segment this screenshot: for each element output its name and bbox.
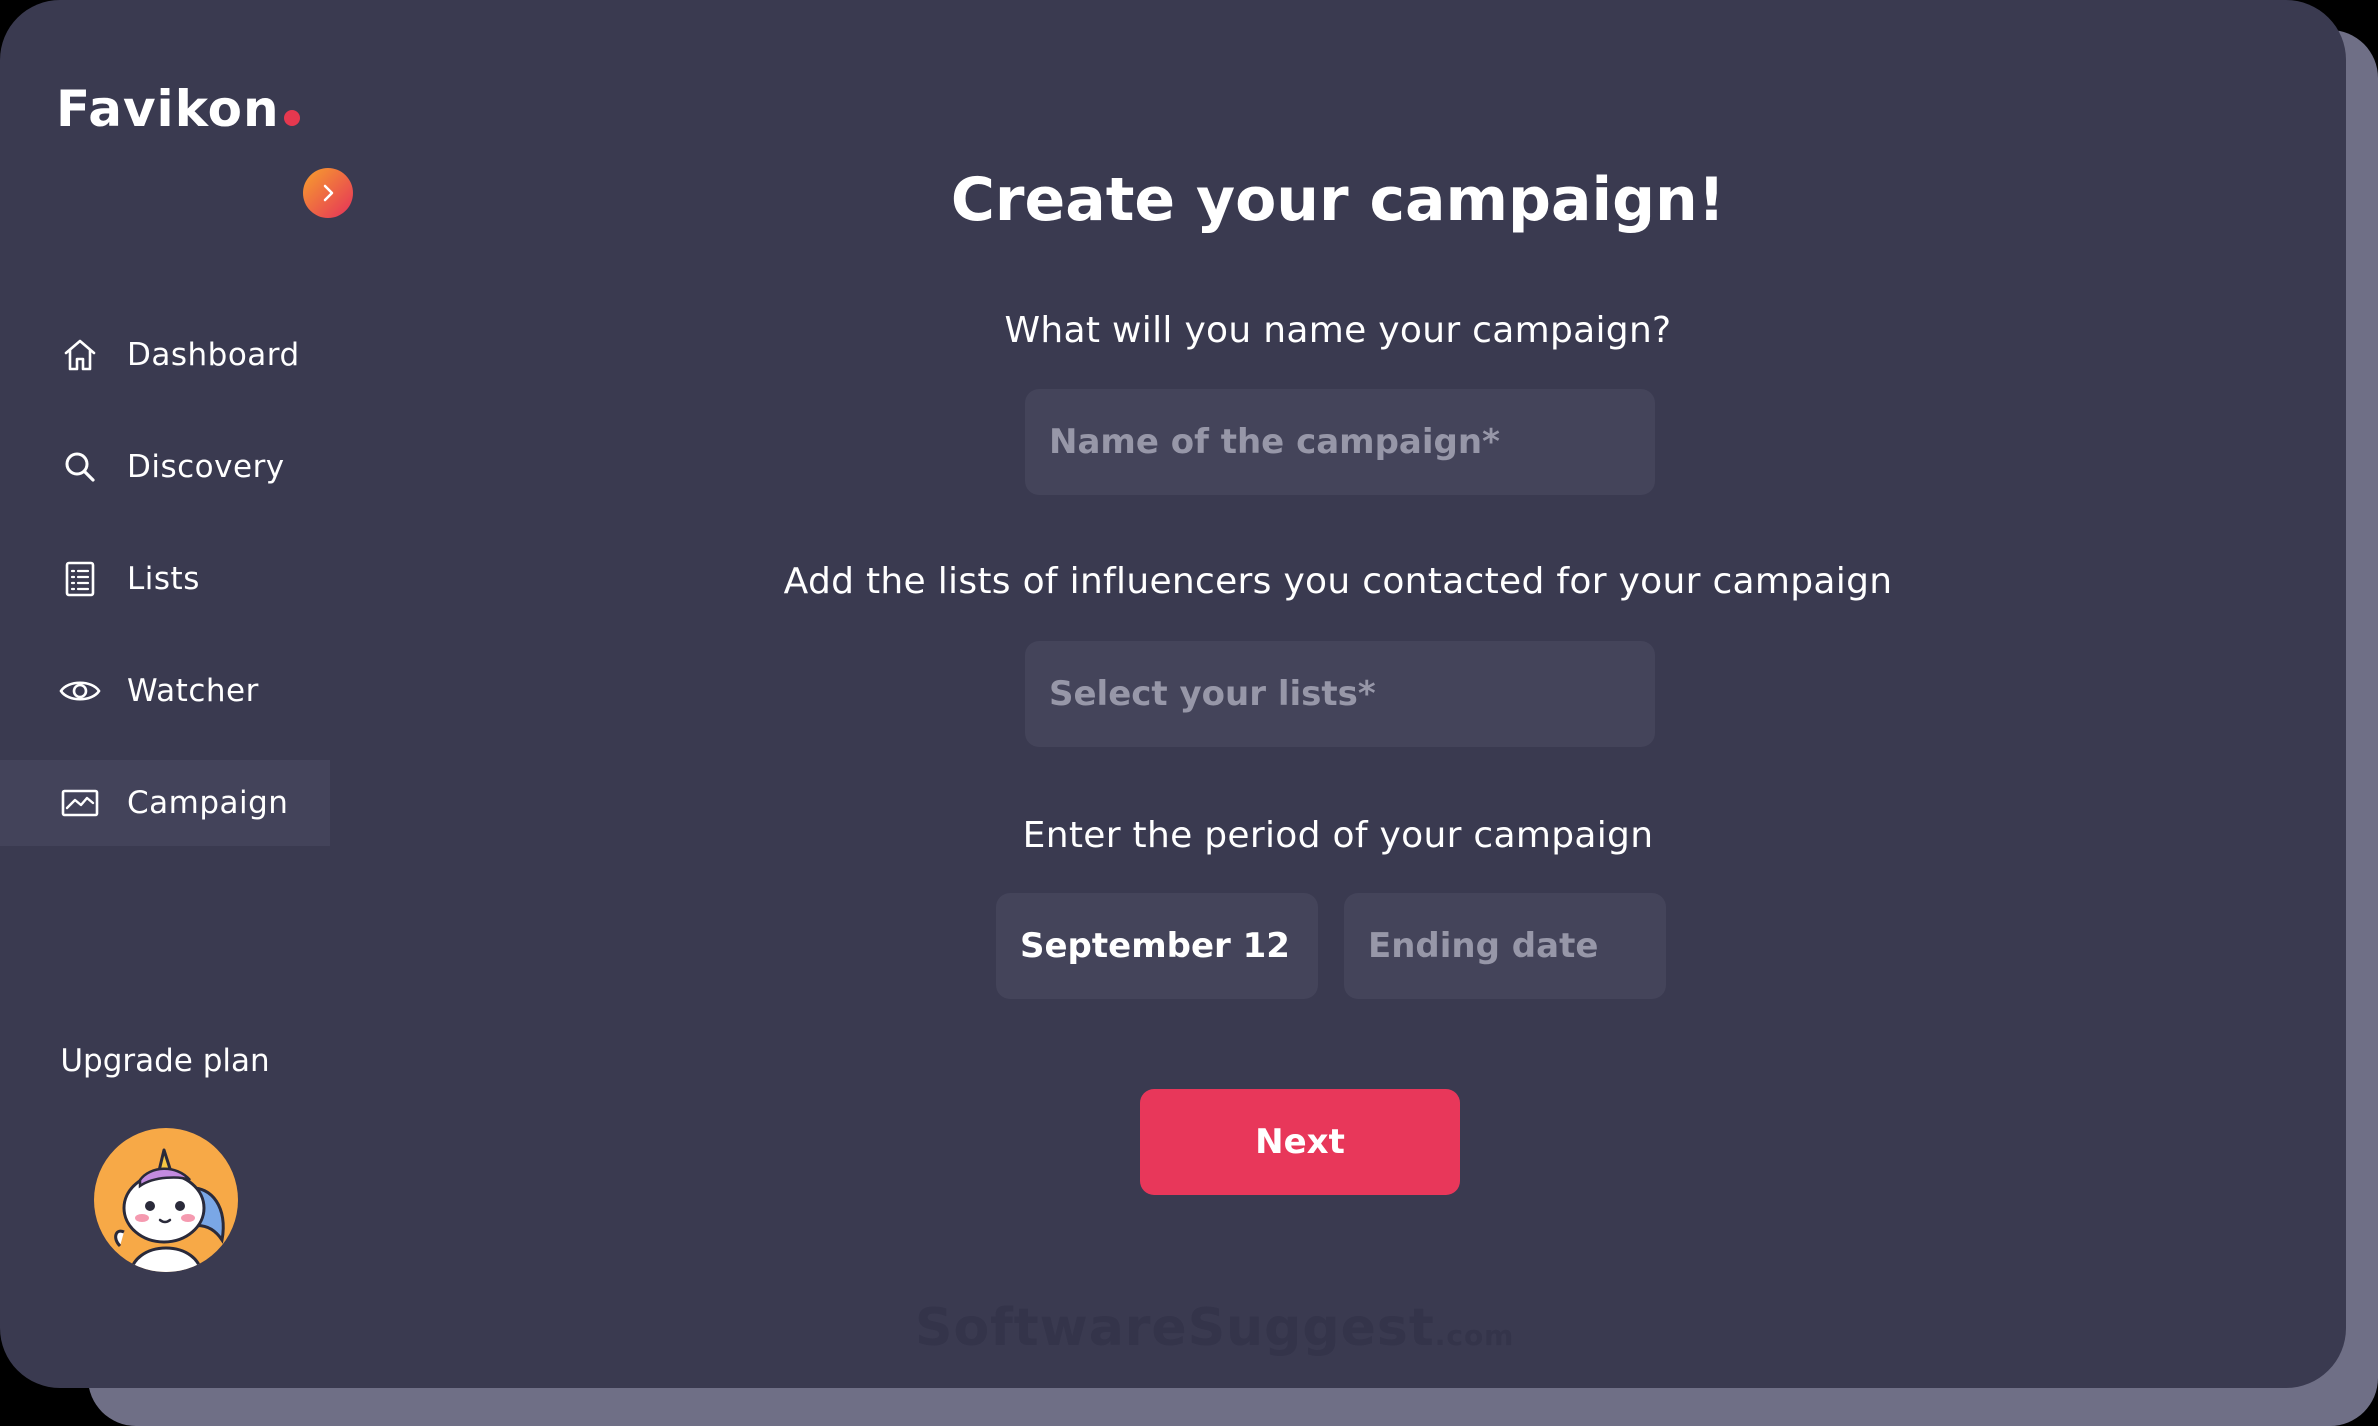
sidebar-item-watcher[interactable]: Watcher bbox=[0, 648, 330, 734]
home-icon bbox=[58, 333, 102, 377]
sidebar-item-label: Watcher bbox=[127, 673, 259, 709]
logo-dot-icon bbox=[283, 110, 300, 126]
logo-text: Favikon bbox=[56, 80, 280, 138]
watermark-text: SoftwareSuggest bbox=[915, 1298, 1435, 1358]
select-lists-dropdown[interactable]: Select your lists* bbox=[1025, 641, 1655, 747]
campaign-name-input[interactable]: Name of the campaign* bbox=[1025, 389, 1655, 495]
avatar[interactable] bbox=[94, 1128, 238, 1272]
chart-icon bbox=[58, 781, 102, 825]
sidebar: Favikon Dashboard Discovery Lists Watche… bbox=[0, 0, 353, 1388]
start-date-field[interactable]: September 12 bbox=[996, 893, 1318, 999]
period-question: Enter the period of your campaign bbox=[1022, 815, 1654, 856]
upgrade-plan-link[interactable]: Upgrade plan bbox=[0, 1043, 330, 1079]
campaign-name-question: What will you name your campaign? bbox=[1004, 310, 1672, 351]
lists-question: Add the lists of influencers you contact… bbox=[783, 561, 1893, 602]
list-icon bbox=[58, 557, 102, 601]
sidebar-item-label: Campaign bbox=[127, 785, 289, 821]
next-button[interactable]: Next bbox=[1140, 1089, 1460, 1195]
sidebar-item-discovery[interactable]: Discovery bbox=[0, 424, 330, 510]
sidebar-item-campaign[interactable]: Campaign bbox=[0, 760, 330, 846]
watermark-suffix: .com bbox=[1434, 1319, 1515, 1352]
logo[interactable]: Favikon bbox=[56, 80, 300, 138]
sidebar-item-lists[interactable]: Lists bbox=[0, 536, 330, 622]
watermark: SoftwareSuggest.com bbox=[915, 1298, 1514, 1358]
app-window: Favikon Dashboard Discovery Lists Watche… bbox=[0, 0, 2346, 1388]
end-date-field[interactable]: Ending date bbox=[1344, 893, 1666, 999]
sidebar-item-dashboard[interactable]: Dashboard bbox=[0, 312, 330, 398]
sidebar-item-label: Dashboard bbox=[127, 337, 300, 373]
sidebar-item-label: Lists bbox=[127, 561, 200, 597]
page-title: Create your campaign! bbox=[950, 165, 1726, 235]
eye-icon bbox=[58, 669, 102, 713]
search-icon bbox=[58, 445, 102, 489]
unicorn-avatar-icon bbox=[114, 1148, 225, 1272]
sidebar-item-label: Discovery bbox=[127, 449, 285, 485]
